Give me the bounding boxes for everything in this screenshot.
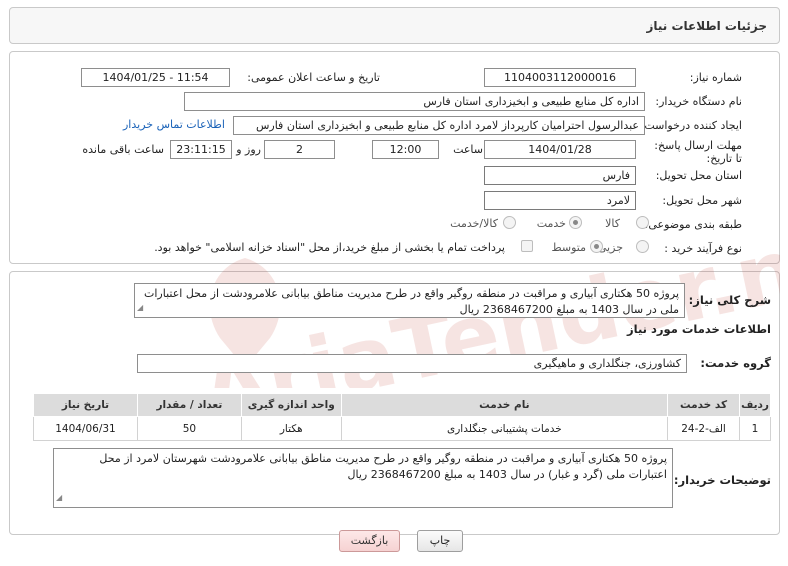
announce-datetime-field: 1404/01/25 - 11:54 [81, 68, 230, 87]
buyer-notes-label: توضیحات خریدار: [673, 473, 771, 487]
summary-textarea[interactable]: پروژه 50 هکتاری آبیاری و مراقبت در منطقه… [134, 283, 685, 318]
category-label: طبقه بندی موضوعی: [644, 218, 742, 231]
col-header-service-name: نام خدمت [340, 393, 669, 417]
resize-handle-icon[interactable]: ◢ [137, 300, 143, 316]
summary-text: پروژه 50 هکتاری آبیاری و مراقبت در منطقه… [144, 287, 679, 316]
deadline-date-field: 1404/01/28 [484, 140, 636, 159]
service-group-field: کشاورزی، جنگلداری و ماهیگیری [137, 354, 687, 373]
city-label: شهر محل تحویل: [662, 194, 742, 207]
process-radio-minor[interactable] [636, 240, 649, 253]
page-header: جزئیات اطلاعات نیاز [9, 7, 780, 44]
treasury-payment-note: پرداخت تمام یا بخشی از مبلغ خرید،از محل … [154, 241, 505, 254]
summary-label: شرح کلی نیاز: [688, 293, 771, 307]
time-remaining-field: 23:11:15 [170, 140, 232, 159]
time-remaining-label: ساعت باقی مانده [82, 143, 164, 156]
cell-need-date: 1404/06/31 [33, 416, 138, 441]
services-table: ردیف کد خدمت نام خدمت واحد اندازه گیری ت… [33, 393, 771, 441]
category-option-goods-service: کالا/خدمت [450, 217, 498, 230]
category-radio-service[interactable] [569, 216, 582, 229]
buyer-notes-text: پروژه 50 هکتاری آبیاری و مراقبت در منطقه… [99, 452, 667, 481]
buyer-contact-link[interactable]: اطلاعات تماس خریدار [123, 118, 225, 131]
requester-label: ایجاد کننده درخواست: [640, 119, 742, 132]
process-type-label: نوع فرآیند خرید : [664, 242, 742, 255]
deadline-time-label: ساعت [453, 143, 483, 156]
announce-datetime-label: تاریخ و ساعت اعلان عمومی: [247, 71, 380, 84]
deadline-label: مهلت ارسال پاسخ: تا تاریخ: [654, 139, 742, 165]
col-header-row: ردیف [739, 393, 771, 417]
cell-service-name: خدمات پشتیبانی جنگلداری [340, 416, 669, 441]
cell-row-number: 1 [739, 416, 771, 441]
resize-handle-icon[interactable]: ◢ [56, 490, 62, 506]
cell-unit: هکتار [240, 416, 342, 441]
province-label: استان محل تحویل: [655, 169, 742, 182]
col-header-unit: واحد اندازه گیری [240, 393, 342, 417]
days-label: روز و [236, 143, 261, 156]
province-field: فارس [484, 166, 636, 185]
print-button[interactable]: چاپ [417, 530, 463, 552]
buyer-org-label: نام دستگاه خریدار: [655, 95, 742, 108]
process-radio-medium[interactable] [590, 240, 603, 253]
buyer-org-field: اداره کل منابع طبیعی و ابخیزداری استان ف… [184, 92, 645, 111]
category-option-service: خدمت [536, 217, 566, 230]
city-field: لامرد [484, 191, 636, 210]
category-radio-goods-service[interactable] [503, 216, 516, 229]
category-radio-goods[interactable] [636, 216, 649, 229]
page-title: جزئیات اطلاعات نیاز [646, 19, 767, 33]
process-option-medium: متوسط [551, 241, 586, 254]
service-group-label: گروه خدمت: [700, 356, 771, 370]
days-remaining-field: 2 [264, 140, 335, 159]
services-heading: اطلاعات خدمات مورد نیاز [627, 322, 771, 336]
back-button[interactable]: بازگشت [339, 530, 400, 552]
services-table-header: ردیف کد خدمت نام خدمت واحد اندازه گیری ت… [33, 393, 771, 417]
cell-service-code: الف-2-24 [667, 416, 741, 441]
need-number-field: 1104003112000016 [484, 68, 636, 87]
deadline-time-field: 12:00 [372, 140, 439, 159]
buyer-notes-textarea[interactable]: پروژه 50 هکتاری آبیاری و مراقبت در منطقه… [53, 448, 673, 508]
requester-field: عبدالرسول احترامیان کارپرداز لامرد اداره… [233, 116, 645, 135]
cell-quantity: 50 [136, 416, 242, 441]
col-header-service-code: کد خدمت [667, 393, 741, 417]
category-option-goods: کالا [605, 217, 620, 230]
col-header-quantity: تعداد / مقدار [136, 393, 242, 417]
treasury-payment-checkbox[interactable] [521, 240, 533, 252]
need-number-label: شماره نیاز: [689, 71, 742, 84]
col-header-need-date: تاریخ نیاز [33, 393, 138, 417]
table-row: 1 الف-2-24 خدمات پشتیبانی جنگلداری هکتار… [33, 416, 771, 441]
